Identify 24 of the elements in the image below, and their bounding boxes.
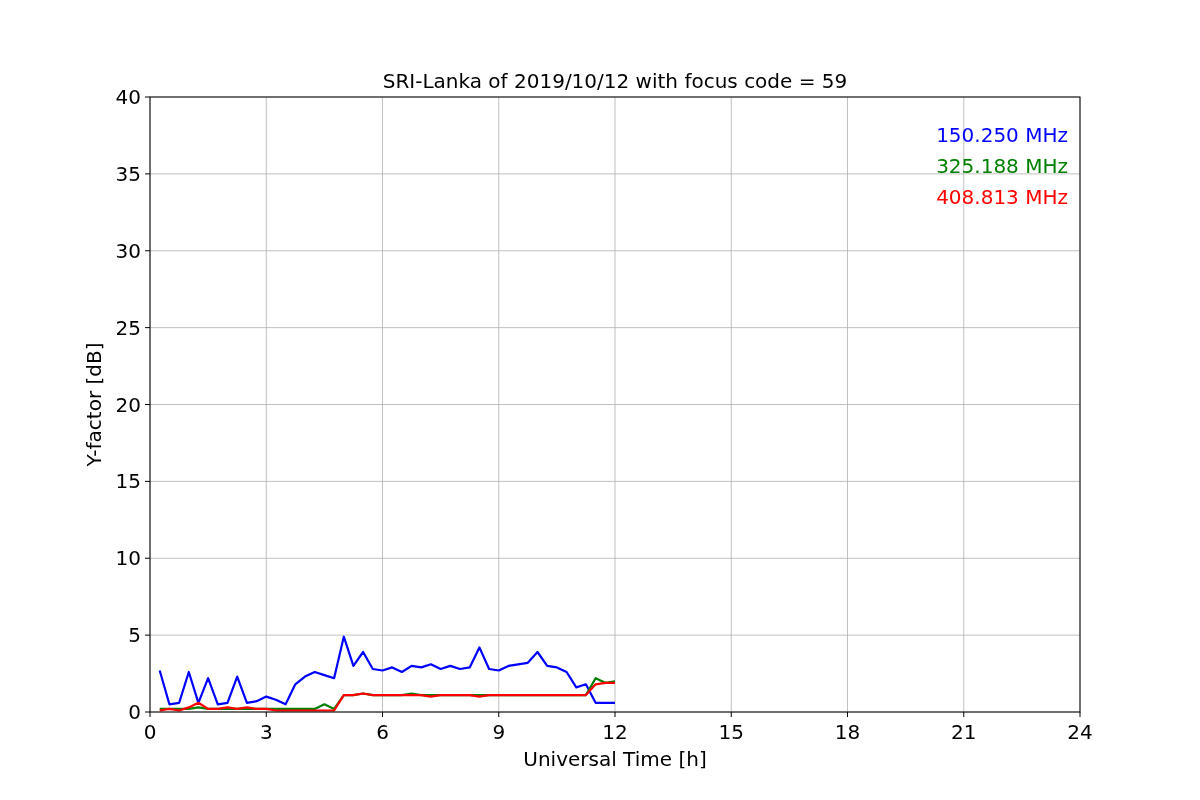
y-tick-label: 0 <box>128 700 141 724</box>
x-tick-label: 15 <box>718 720 744 744</box>
y-tick-label: 20 <box>115 392 141 417</box>
y-tick-label: 40 <box>115 85 141 109</box>
x-tick-label: 3 <box>259 720 273 744</box>
x-axis-label: Universal Time [h] <box>523 747 707 771</box>
y-tick-label: 5 <box>128 623 141 648</box>
x-tick-label: 9 <box>492 720 506 744</box>
y-tick-label: 30 <box>115 238 141 263</box>
x-tick-label: 21 <box>951 720 977 744</box>
x-tick-label: 18 <box>834 720 861 744</box>
y-axis-label: Y-factor [dB] <box>82 342 106 467</box>
legend-label: 325.188 MHz <box>936 154 1068 178</box>
y-tick-label: 25 <box>115 315 141 340</box>
legend-label: 150.250 MHz <box>936 123 1068 147</box>
y-tick-label: 15 <box>115 469 141 494</box>
x-tick-label: 0 <box>143 720 157 744</box>
y-tick-label: 35 <box>115 161 141 186</box>
x-tick-label: 24 <box>1067 720 1093 744</box>
x-tick-label: 12 <box>602 720 628 744</box>
chart-title: SRI-Lanka of 2019/10/12 with focus code = 59 <box>382 69 848 93</box>
y-tick-label: 10 <box>115 546 141 571</box>
x-tick-label: 6 <box>376 720 389 744</box>
legend-label: 408.813 MHz <box>936 185 1068 209</box>
